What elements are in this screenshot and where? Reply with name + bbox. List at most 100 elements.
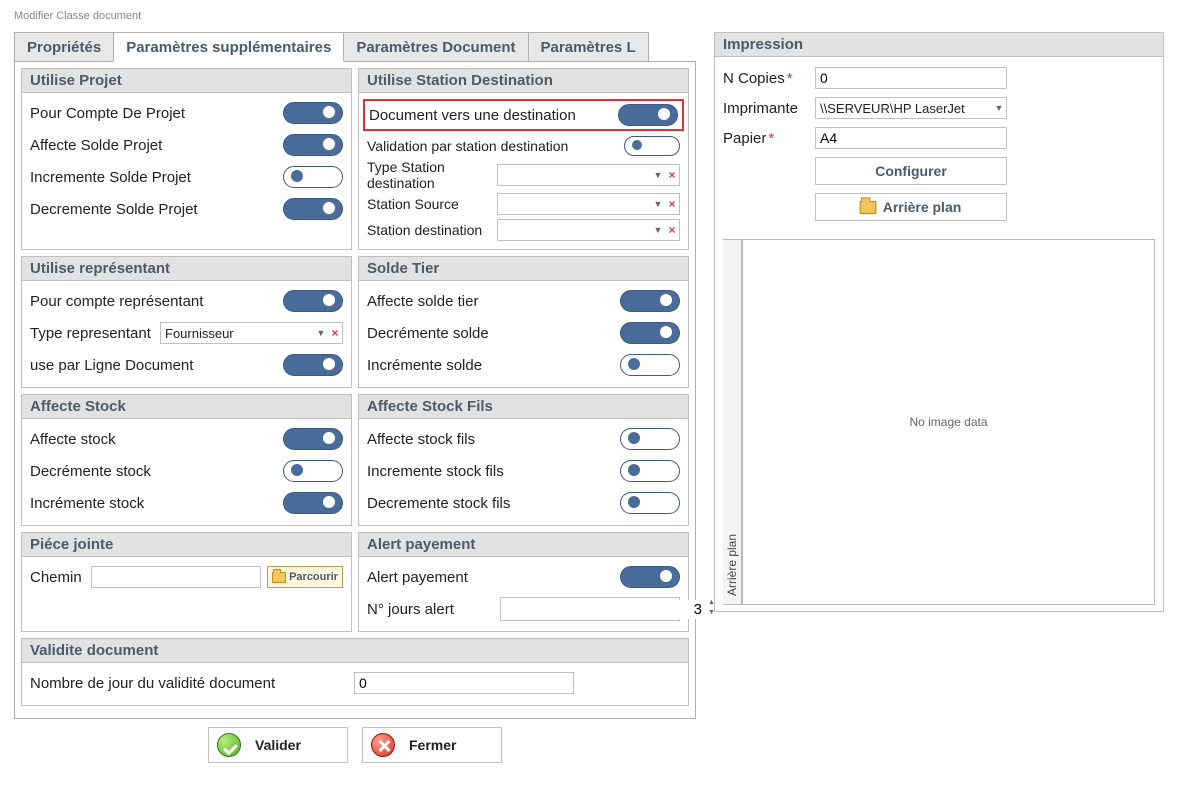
group-stock-title: Affecte Stock (22, 395, 351, 419)
input-nj-valid[interactable] (354, 672, 574, 694)
input-chemin[interactable] (91, 566, 261, 588)
group-projet-title: Utilise Projet (22, 69, 351, 93)
valider-label: Valider (255, 737, 301, 753)
group-impression: Impression N Copies* Imprimante \\SERVEU… (714, 32, 1164, 612)
lbl-validation-station: Validation par station destination (367, 138, 624, 154)
tab-params-l[interactable]: Paramètres L (528, 32, 649, 61)
lbl-papier: Papier (723, 130, 766, 147)
lbl-dec-stock: Decrémente stock (30, 463, 283, 480)
group-piece-jointe-title: Piéce jointe (22, 533, 351, 557)
toggle-dec-stock[interactable] (283, 460, 343, 482)
toggle-dec-stock-fils[interactable] (620, 492, 680, 514)
group-station: Utilise Station Destination Document ver… (358, 68, 689, 250)
fermer-button[interactable]: Fermer (362, 727, 502, 763)
toggle-inc-solde-projet[interactable] (283, 166, 343, 188)
input-ncopies[interactable] (815, 67, 1007, 89)
group-solde-tier-title: Solde Tier (359, 257, 688, 281)
check-icon (217, 733, 241, 757)
browse-button[interactable]: Parcourir (267, 566, 343, 588)
arriere-plan-button[interactable]: Arrière plan (815, 193, 1007, 221)
group-piece-jointe: Piéce jointe Chemin Parcourir (21, 532, 352, 632)
toggle-doc-vers-dest[interactable] (618, 104, 678, 126)
lbl-type-rep: Type representant (30, 325, 160, 342)
toggle-affecte-solde-projet[interactable] (283, 134, 343, 156)
combo-imprimante[interactable]: \\SERVEUR\HP LaserJet ▼ (815, 97, 1007, 119)
lbl-inc-stock: Incrémente stock (30, 495, 283, 512)
tab-params-doc[interactable]: Paramètres Document (343, 32, 528, 61)
tab-proprietes[interactable]: Propriétés (14, 32, 114, 61)
stepper-n-jours-alert[interactable]: ▲▼ (500, 597, 680, 621)
group-alert-payement: Alert payement Alert payement N° jours a… (358, 532, 689, 632)
lbl-dec-solde: Decrémente solde (367, 325, 620, 342)
input-n-jours-alert[interactable] (501, 600, 708, 619)
group-representant: Utilise représentant Pour compte représe… (21, 256, 352, 388)
side-tab-arriere-plan[interactable]: Arrière plan (723, 239, 742, 605)
lbl-type-station: Type Station destination (367, 159, 497, 191)
chevron-down-icon[interactable]: ▼ (314, 328, 328, 338)
folder-icon (272, 572, 286, 583)
arriere-plan-label: Arrière plan (883, 199, 962, 215)
clear-icon[interactable]: × (665, 197, 679, 211)
chevron-down-icon[interactable]: ▼ (651, 225, 665, 235)
combo-type-station[interactable]: ▼× (497, 164, 680, 186)
lbl-affecte-stock-fils: Affecte stock fils (367, 431, 620, 448)
preview-placeholder: No image data (909, 415, 987, 429)
toggle-affecte-stock-fils[interactable] (620, 428, 680, 450)
lbl-nj-valid: Nombre de jour du validité document (30, 675, 340, 692)
toggle-affecte-solde-tier[interactable] (620, 290, 680, 312)
group-validite-title: Validite document (22, 639, 688, 663)
lbl-station-dest: Station destination (367, 222, 497, 238)
toggle-inc-stock[interactable] (283, 492, 343, 514)
toggle-alert-payement[interactable] (620, 566, 680, 588)
toggle-inc-stock-fils[interactable] (620, 460, 680, 482)
clear-icon[interactable]: × (665, 168, 679, 182)
toggle-pour-compte-projet[interactable] (283, 102, 343, 124)
toggle-affecte-stock[interactable] (283, 428, 343, 450)
combo-imprimante-value: \\SERVEUR\HP LaserJet (816, 101, 992, 116)
chevron-down-icon[interactable]: ▼ (651, 170, 665, 180)
chevron-down-icon[interactable]: ▼ (651, 199, 665, 209)
chevron-down-icon[interactable]: ▼ (992, 103, 1006, 113)
lbl-affecte-solde-tier: Affecte solde tier (367, 293, 620, 310)
lbl-pour-compte-projet: Pour Compte De Projet (30, 105, 283, 122)
preview-box: No image data (742, 239, 1155, 605)
input-papier[interactable] (815, 127, 1007, 149)
clear-icon[interactable]: × (328, 326, 342, 340)
combo-type-rep[interactable]: Fournisseur ▼ × (160, 322, 343, 344)
tab-bar: Propriétés Paramètres supplémentaires Pa… (14, 32, 696, 62)
toggle-validation-station[interactable] (624, 136, 680, 156)
toggle-pour-compte-rep[interactable] (283, 290, 343, 312)
group-stock: Affecte Stock Affecte stock Decrémente s… (21, 394, 352, 526)
tab-params-sup[interactable]: Paramètres supplémentaires (113, 32, 344, 62)
lbl-pour-compte-rep: Pour compte représentant (30, 293, 283, 310)
lbl-affecte-stock: Affecte stock (30, 431, 283, 448)
group-stock-fils: Affecte Stock Fils Affecte stock fils In… (358, 394, 689, 526)
lbl-inc-solde-projet: Incremente Solde Projet (30, 169, 283, 186)
lbl-station-source: Station Source (367, 196, 497, 212)
combo-type-rep-value: Fournisseur (161, 326, 314, 341)
configurer-label: Configurer (875, 163, 947, 179)
lbl-dec-solde-projet: Decremente Solde Projet (30, 201, 283, 218)
lbl-alert-payement: Alert payement (367, 569, 620, 586)
fermer-label: Fermer (409, 737, 456, 753)
lbl-affecte-solde-projet: Affecte Solde Projet (30, 137, 283, 154)
clear-icon[interactable]: × (665, 223, 679, 237)
valider-button[interactable]: Valider (208, 727, 348, 763)
toggle-dec-solde[interactable] (620, 322, 680, 344)
configurer-button[interactable]: Configurer (815, 157, 1007, 185)
group-impression-title: Impression (715, 33, 1163, 57)
combo-station-dest[interactable]: ▼× (497, 219, 680, 241)
group-alert-payement-title: Alert payement (359, 533, 688, 557)
group-representant-title: Utilise représentant (22, 257, 351, 281)
folder-icon (859, 200, 876, 213)
toggle-dec-solde-projet[interactable] (283, 198, 343, 220)
toggle-use-ligne-doc[interactable] (283, 354, 343, 376)
toggle-inc-solde[interactable] (620, 354, 680, 376)
group-projet: Utilise Projet Pour Compte De Projet Aff… (21, 68, 352, 250)
close-icon (371, 733, 395, 757)
group-solde-tier: Solde Tier Affecte solde tier Decrémente… (358, 256, 689, 388)
lbl-inc-solde: Incrémente solde (367, 357, 620, 374)
combo-station-source[interactable]: ▼× (497, 193, 680, 215)
lbl-use-ligne-doc: use par Ligne Document (30, 357, 283, 374)
lbl-ncopies: N Copies (723, 70, 785, 87)
